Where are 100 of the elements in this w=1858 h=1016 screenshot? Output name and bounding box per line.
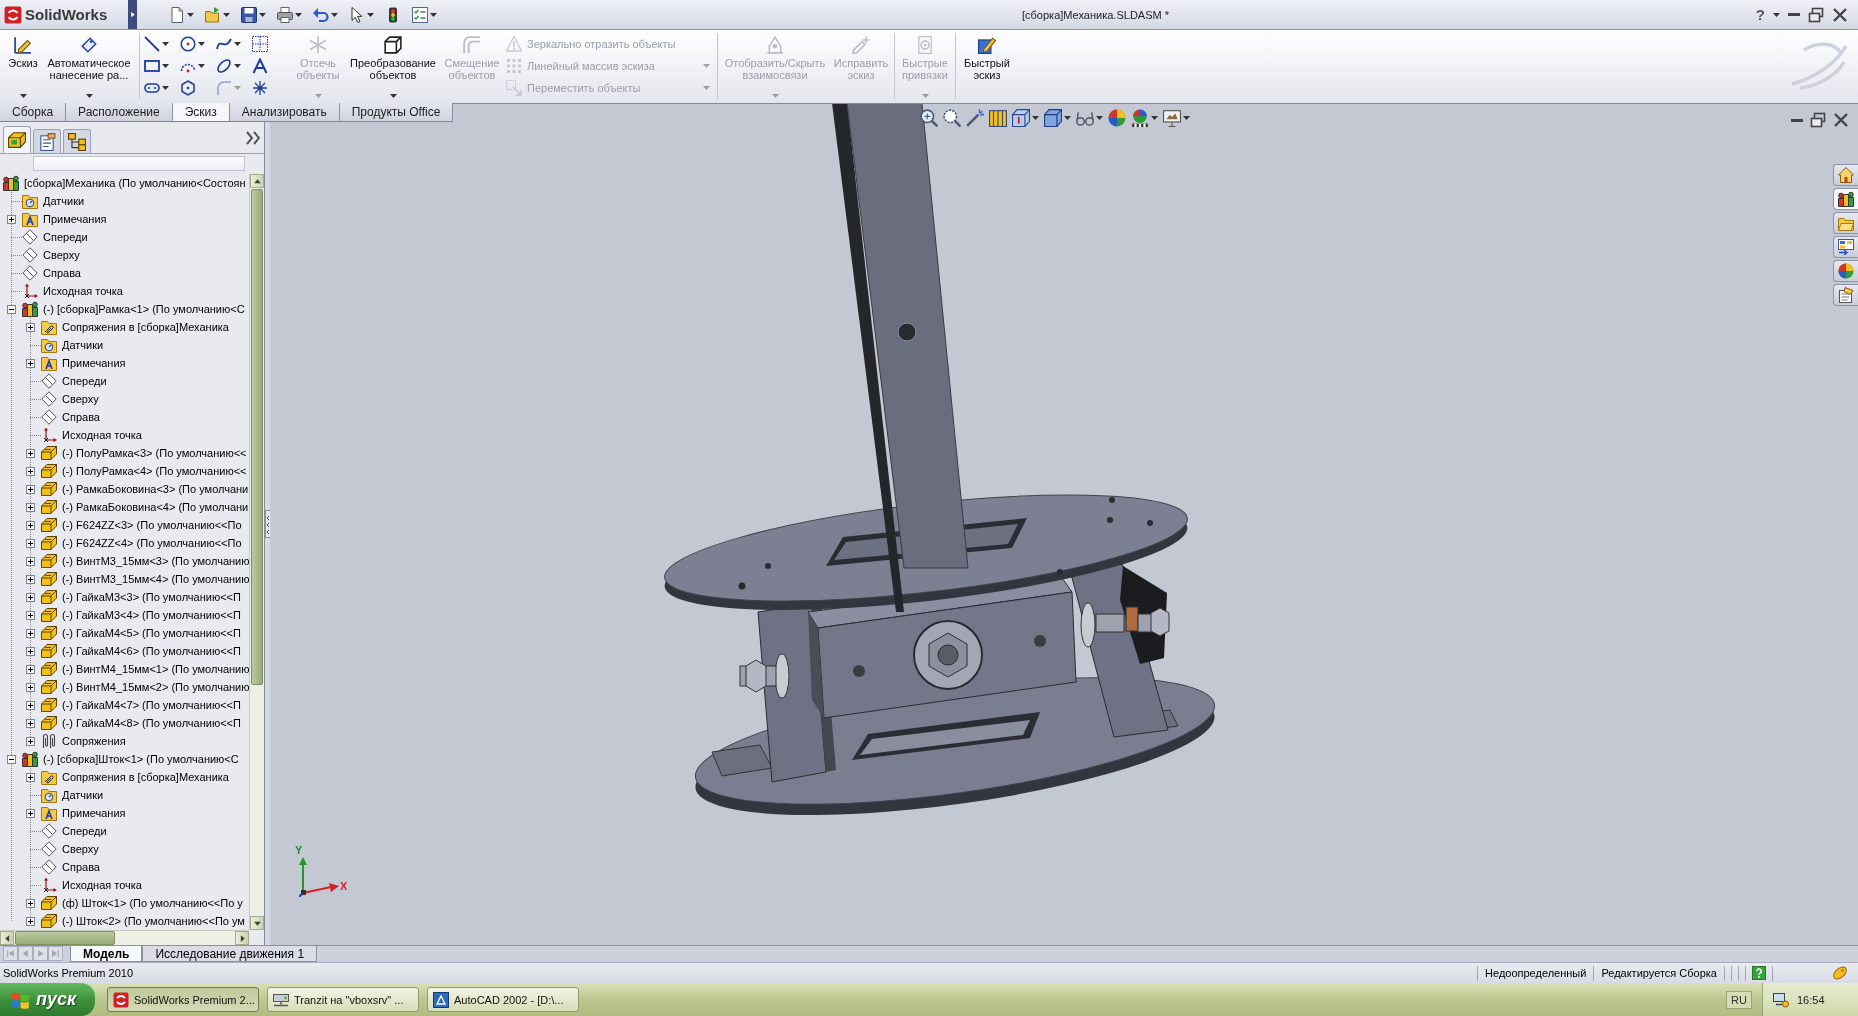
tree-item[interactable]: Исходная точка: [62, 429, 142, 441]
tree-item[interactable]: (-) ПолуРамка<3> (По умолчанию<<: [62, 447, 247, 459]
command-button[interactable]: Быстрый эскиз: [960, 33, 1014, 99]
expander-plus-icon[interactable]: [26, 322, 35, 332]
circle-icon[interactable]: [180, 36, 196, 52]
tree-item[interactable]: Исходная точка: [43, 285, 123, 297]
expander-plus-icon[interactable]: [26, 556, 35, 566]
command-button[interactable]: Эскиз: [7, 33, 39, 99]
caret-icon[interactable]: [162, 64, 169, 68]
caret-icon[interactable]: [389, 94, 397, 98]
restore-icon[interactable]: [1808, 6, 1824, 23]
caret-icon[interactable]: [430, 12, 437, 17]
tree-item[interactable]: (-) ПолуРамка<4> (По умолчанию<<: [62, 465, 247, 477]
tree-item[interactable]: (-) ВинтМ3_15мм<3> (По умолчанию: [62, 555, 249, 567]
caret-icon[interactable]: [1064, 116, 1071, 120]
tree-item[interactable]: Сверху: [43, 249, 80, 261]
view-cube-icon[interactable]: [1012, 109, 1030, 127]
expander-plus-icon[interactable]: [26, 574, 35, 584]
magnifier-icon[interactable]: [920, 109, 938, 127]
vertical-scrollbar[interactable]: [249, 174, 264, 930]
tree-item[interactable]: [сборка]Механика (По умолчанию<Состоян: [24, 177, 246, 189]
expander-plus-icon[interactable]: [26, 718, 35, 728]
expander-plus-icon[interactable]: [26, 538, 35, 548]
new-document-icon[interactable]: [169, 6, 185, 23]
expander-plus-icon[interactable]: [26, 628, 35, 638]
command-button[interactable]: Преобразование объектов: [348, 33, 438, 99]
caret-icon[interactable]: [162, 42, 169, 46]
color-ball-icon[interactable]: [1108, 109, 1126, 127]
restore-icon[interactable]: [1810, 112, 1826, 128]
caret-icon[interactable]: [234, 42, 241, 46]
text-tool-icon[interactable]: [252, 58, 268, 74]
caret-icon[interactable]: [1096, 116, 1103, 120]
start-button[interactable]: пуск: [0, 983, 95, 1016]
expander-plus-icon[interactable]: [26, 916, 35, 926]
dotted-grid-icon[interactable]: [252, 36, 268, 52]
undo-icon[interactable]: [313, 6, 329, 23]
shaded-cube-icon[interactable]: [1044, 109, 1062, 127]
command-button[interactable]: Автоматическое нанесение ра...: [43, 33, 135, 99]
checklist-icon[interactable]: [412, 6, 428, 23]
tree-item[interactable]: Сверху: [62, 393, 99, 405]
expander-plus-icon[interactable]: [26, 520, 35, 530]
expander-minus-icon[interactable]: [7, 754, 16, 764]
taskbar-button[interactable]: AutoCAD 2002 - [D:\...: [427, 987, 579, 1012]
expander-plus-icon[interactable]: [26, 484, 35, 494]
expander-plus-icon[interactable]: [26, 448, 35, 458]
tree-item[interactable]: (-) РамкаБоковина<4> (По умолчани: [62, 501, 249, 513]
tree-item[interactable]: (-) F624ZZ<4> (По умолчанию<<По: [62, 537, 242, 549]
striped-block-icon[interactable]: [989, 109, 1007, 127]
expander-plus-icon[interactable]: [26, 466, 35, 476]
tree-item[interactable]: (-) [сборка]Шток<1> (По умолчанию<С: [43, 753, 239, 765]
caret-icon[interactable]: [259, 12, 266, 17]
tree-item[interactable]: (-) ГайкаМ4<7> (По умолчанию<<П: [62, 699, 241, 711]
scroll-thumb[interactable]: [251, 189, 263, 685]
task-pane-tab[interactable]: [1833, 188, 1858, 210]
taskbar-button[interactable]: Tranzit на "vboxsrv" ...: [267, 987, 419, 1012]
language-indicator[interactable]: RU: [1726, 990, 1752, 1009]
scroll-right-button[interactable]: [235, 931, 249, 945]
tab[interactable]: Модель: [70, 946, 143, 962]
tree-item[interactable]: (-) ГайкаМ3<3> (По умолчанию<<П: [62, 591, 241, 603]
tree-item[interactable]: (-) ГайкаМ4<8> (По умолчанию<<П: [62, 717, 241, 729]
tree-item[interactable]: Датчики: [62, 339, 104, 351]
tree-item[interactable]: Датчики: [43, 195, 85, 207]
tree-item[interactable]: (-) Шток<2> (По умолчанию<<По ум: [62, 915, 245, 927]
scroll-up-button[interactable]: [250, 174, 264, 188]
expander-plus-icon[interactable]: [26, 772, 35, 782]
tree-item[interactable]: Исходная точка: [62, 879, 142, 891]
open-folder-icon[interactable]: [205, 6, 221, 23]
line-icon[interactable]: [144, 36, 160, 52]
panel-tab[interactable]: [63, 129, 91, 153]
tab[interactable]: Эскиз: [172, 103, 230, 121]
tree-item[interactable]: Спереди: [62, 825, 107, 837]
scene-ball-icon[interactable]: [1131, 109, 1149, 127]
caret-icon[interactable]: [234, 64, 241, 68]
tree-item[interactable]: (-) ГайкаМ4<6> (По умолчанию<<П: [62, 645, 241, 657]
tree-item[interactable]: Датчики: [62, 789, 104, 801]
filter-field[interactable]: [33, 156, 245, 171]
panel-tab[interactable]: [33, 129, 61, 153]
caret-icon[interactable]: [1151, 116, 1158, 120]
tree-item[interactable]: (-) ВинтМ4_15мм<2> (По умолчанию: [62, 681, 249, 693]
tree-item[interactable]: (-) РамкаБоковина<3> (По умолчани: [62, 483, 249, 495]
caret-icon[interactable]: [1773, 12, 1780, 17]
tab[interactable]: Сборка: [0, 103, 67, 121]
expander-plus-icon[interactable]: [26, 610, 35, 620]
expander-plus-icon[interactable]: [26, 592, 35, 602]
slot-icon[interactable]: [144, 80, 160, 96]
expander-plus-icon[interactable]: [7, 214, 16, 224]
tree-item[interactable]: Примечания: [62, 357, 126, 369]
taskbar-button[interactable]: SolidWorks Premium 2...: [107, 987, 259, 1012]
tree-item[interactable]: (-) ГайкаМ3<4> (По умолчанию<<П: [62, 609, 241, 621]
expander-minus-icon[interactable]: [7, 304, 16, 314]
caret-icon[interactable]: [198, 42, 205, 46]
help-button[interactable]: ?: [1755, 6, 1765, 23]
caret-icon[interactable]: [85, 94, 93, 98]
tree-item[interactable]: (-) F624ZZ<3> (По умолчанию<<По: [62, 519, 242, 531]
tree-item[interactable]: (-) ВинтМ3_15мм<4> (По умолчанию: [62, 573, 249, 585]
tree-item[interactable]: Сопряжения в [сборка]Механика: [62, 771, 229, 783]
monitor-icon[interactable]: [1163, 109, 1181, 127]
scroll-down-button[interactable]: [250, 916, 264, 930]
menu-button[interactable]: [128, 0, 137, 29]
task-pane-tab[interactable]: [1833, 236, 1858, 258]
